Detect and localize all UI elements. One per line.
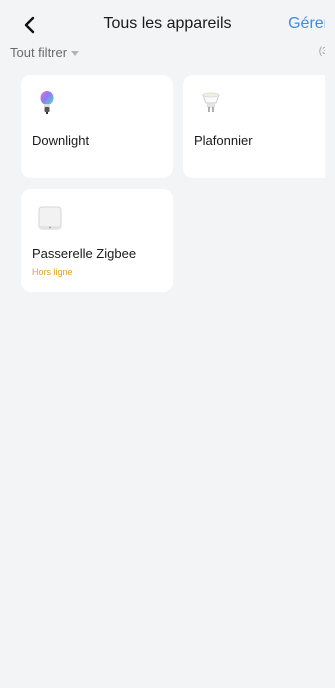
right-edge-strip	[325, 0, 335, 688]
rgb-bulb-icon	[40, 91, 54, 114]
zigbee-hub-icon	[38, 206, 62, 230]
device-card-plafonnier[interactable]: Plafonnier	[183, 75, 335, 178]
spotlight-bulb-icon	[202, 92, 220, 112]
manage-button[interactable]: Gérer	[288, 15, 329, 33]
device-name: Passerelle Zigbee	[32, 246, 137, 261]
filter-label: Tout filtrer	[10, 45, 68, 60]
device-name: Downlight	[32, 133, 90, 148]
offline-status: Hors ligne	[32, 267, 73, 277]
header-bar: Tous les appareils Gérer	[0, 0, 335, 44]
filter-dropdown[interactable]: Tout filtrer	[10, 45, 80, 60]
device-name: Plafonnier	[194, 133, 253, 148]
chevron-left-icon	[24, 16, 35, 34]
back-button[interactable]	[18, 14, 40, 36]
device-card-downlight[interactable]: Downlight	[21, 75, 173, 178]
caret-down-icon	[71, 51, 80, 56]
page-title: Tous les appareils	[103, 15, 232, 32]
empty-area	[10, 300, 325, 688]
devices-screen: Tous les appareils Gérer Tout filtrer (3…	[0, 0, 335, 688]
device-card-passerelle-zigbee[interactable]: Passerelle Zigbee Hors ligne	[21, 189, 173, 292]
